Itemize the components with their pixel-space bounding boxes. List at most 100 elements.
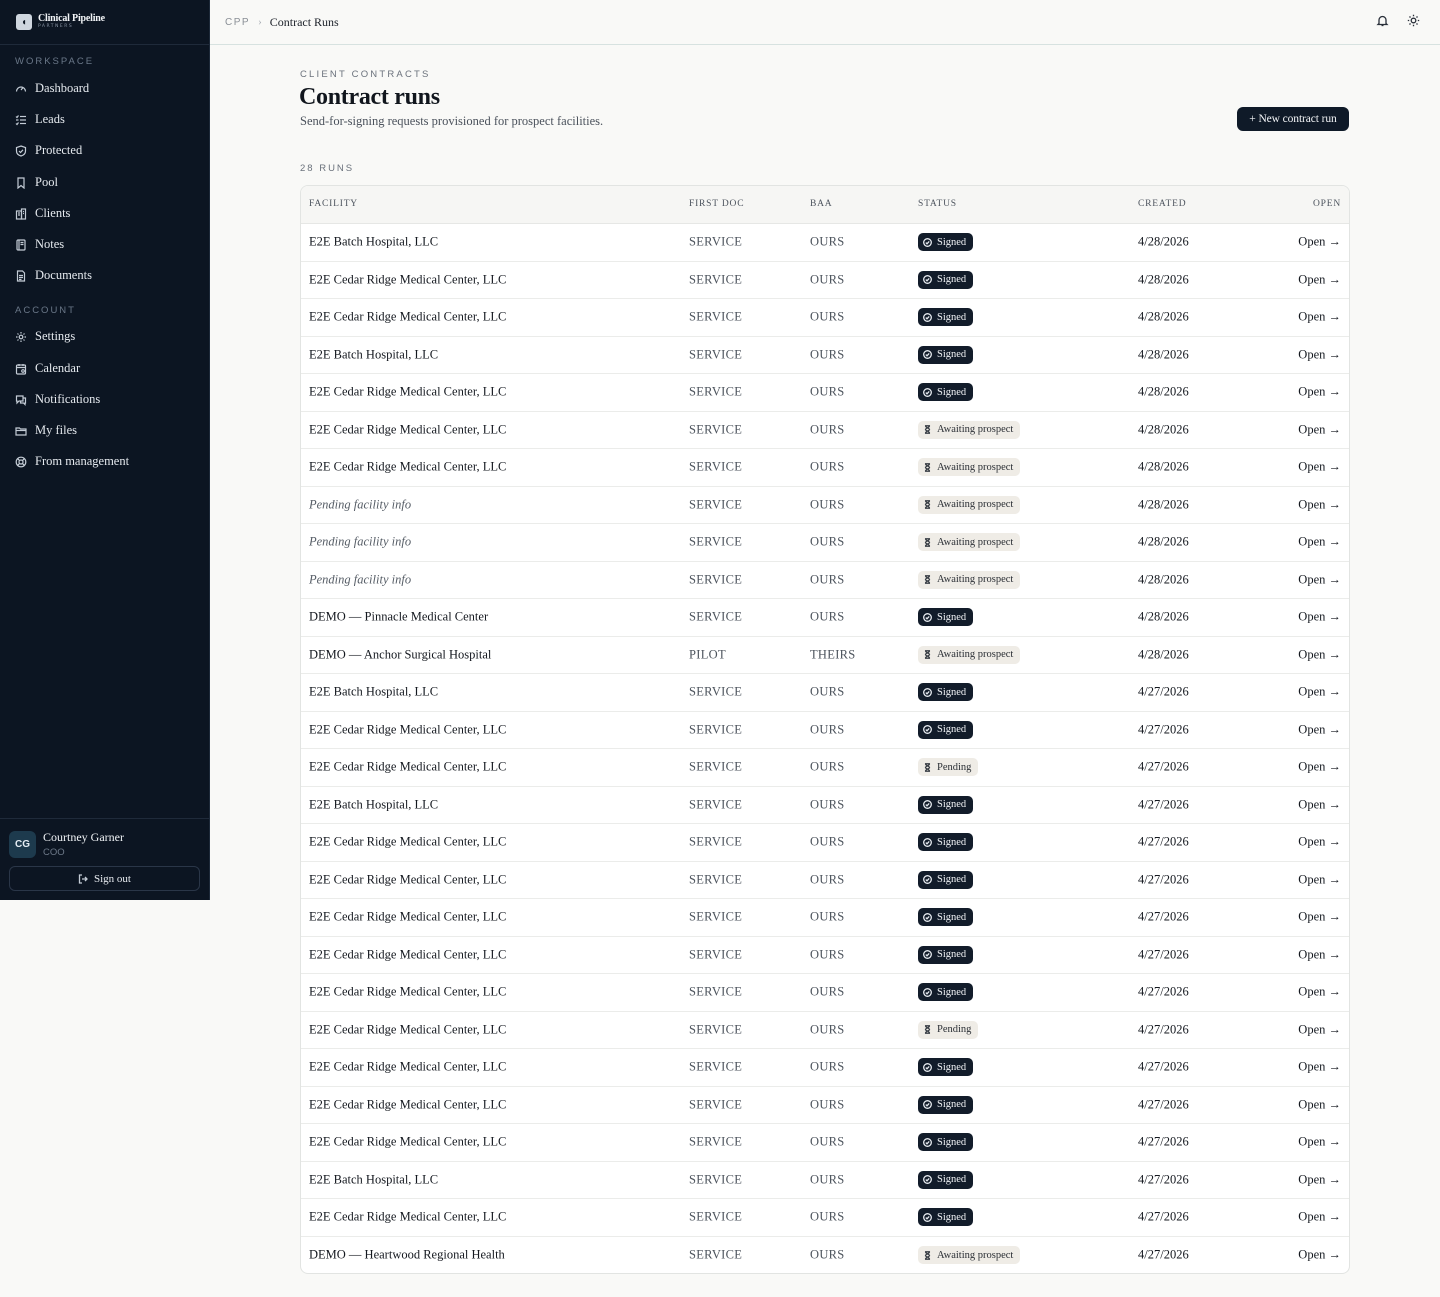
cell-status: Signed (918, 270, 974, 289)
cell-facility: E2E Cedar Ridge Medical Center, LLC (309, 1059, 507, 1074)
status-badge: Signed (918, 608, 974, 627)
open-link[interactable]: Open → (1298, 385, 1341, 400)
table-row[interactable]: E2E Batch Hospital, LLC SERVICE OURS Signed… (301, 1162, 1349, 1199)
table-row[interactable]: Pending facility info SERVICE OURS Awaiting… (301, 562, 1349, 599)
open-link[interactable]: Open → (1298, 347, 1341, 362)
open-link[interactable]: Open → (1298, 235, 1341, 250)
open-link[interactable]: Open → (1298, 985, 1341, 1000)
open-link[interactable]: Open → (1298, 947, 1341, 962)
open-link[interactable]: Open → (1298, 572, 1341, 587)
open-link[interactable]: Open → (1298, 797, 1341, 812)
sidebar-item-calendar[interactable]: Calendar (15, 361, 80, 376)
cell-first-doc: SERVICE (689, 234, 743, 249)
cell-status: Signed (918, 945, 974, 964)
open-link[interactable]: Open → (1298, 1172, 1341, 1187)
account-section-label: ACCOUNT (15, 305, 76, 316)
table-row[interactable]: E2E Cedar Ridge Medical Center, LLC SERVI… (301, 1124, 1349, 1162)
cell-baa: OURS (810, 1209, 845, 1224)
table-row[interactable]: DEMO — Heartwood Regional Health SERVICE O… (301, 1237, 1349, 1274)
sidebar-item-leads[interactable]: Leads (15, 112, 65, 127)
check-circle-icon (923, 275, 932, 285)
folder-icon (15, 426, 27, 436)
open-link[interactable]: Open → (1298, 1210, 1341, 1225)
open-link[interactable]: Open → (1298, 1248, 1341, 1263)
status-badge-label: Awaiting prospect (937, 1249, 1014, 1261)
cell-status: Signed (918, 608, 974, 627)
breadcrumb-root[interactable]: CPP (225, 17, 250, 28)
open-link[interactable]: Open → (1298, 872, 1341, 887)
brand[interactable]: ◖ Clinical Pipeline PARTNERS (0, 0, 209, 45)
sign-out-button[interactable]: Sign out (9, 866, 200, 891)
table-row[interactable]: E2E Cedar Ridge Medical Center, LLC SERVI… (301, 899, 1349, 937)
status-badge: Signed (918, 383, 974, 402)
open-link[interactable]: Open → (1298, 310, 1341, 325)
table-row[interactable]: E2E Cedar Ridge Medical Center, LLC SERVI… (301, 749, 1349, 787)
sidebar-item-from-management[interactable]: From management (15, 454, 129, 469)
cell-facility: DEMO — Heartwood Regional Health (309, 1247, 505, 1262)
table-row[interactable]: E2E Cedar Ridge Medical Center, LLC SERVI… (301, 1199, 1349, 1237)
open-link[interactable]: Open → (1298, 422, 1341, 437)
open-link[interactable]: Open → (1298, 835, 1341, 850)
cell-status: Signed (918, 308, 974, 327)
sidebar-item-protected[interactable]: Protected (15, 143, 82, 158)
cell-status: Signed (918, 983, 974, 1002)
table-row[interactable]: E2E Batch Hospital, LLC SERVICE OURS Signed… (301, 787, 1349, 824)
sidebar-item-pool[interactable]: Pool (15, 175, 58, 190)
column-header-created: CREATED (1138, 199, 1187, 209)
table-row[interactable]: E2E Cedar Ridge Medical Center, LLC SERVI… (301, 299, 1349, 337)
sidebar-item-settings[interactable]: Settings (15, 329, 75, 344)
table-row[interactable]: E2E Batch Hospital, LLC SERVICE OURS Signed… (301, 674, 1349, 712)
sidebar-item-notes[interactable]: Notes (15, 237, 64, 252)
open-link[interactable]: Open → (1298, 535, 1341, 550)
sidebar-item-clients[interactable]: Clients (15, 206, 70, 221)
sun-icon[interactable] (1407, 14, 1420, 27)
table-row[interactable]: E2E Cedar Ridge Medical Center, LLC SERVI… (301, 1012, 1349, 1049)
sidebar-item-dashboard[interactable]: Dashboard (15, 81, 89, 96)
open-link[interactable]: Open → (1298, 272, 1341, 287)
table-row[interactable]: E2E Cedar Ridge Medical Center, LLC SERVI… (301, 412, 1349, 449)
open-link[interactable]: Open → (1298, 497, 1341, 512)
table-row[interactable]: E2E Cedar Ridge Medical Center, LLC SERVI… (301, 374, 1349, 412)
table-row[interactable]: DEMO — Pinnacle Medical Center SERVICE OUR… (301, 599, 1349, 637)
open-link[interactable]: Open → (1298, 910, 1341, 925)
open-link[interactable]: Open → (1298, 610, 1341, 625)
open-link[interactable]: Open → (1298, 647, 1341, 662)
cell-created: 4/28/2026 (1138, 459, 1189, 474)
open-link[interactable]: Open → (1298, 1097, 1341, 1112)
open-link[interactable]: Open → (1298, 1022, 1341, 1037)
open-link[interactable]: Open → (1298, 722, 1341, 737)
table-row[interactable]: Pending facility info SERVICE OURS Awaiting… (301, 487, 1349, 524)
sidebar-item-documents[interactable]: Documents (15, 268, 92, 283)
status-badge: Signed (918, 1058, 974, 1077)
table-row[interactable]: E2E Batch Hospital, LLC SERVICE OURS Signed… (301, 337, 1349, 374)
table-row[interactable]: E2E Batch Hospital, LLC SERVICE OURS Signed… (301, 224, 1349, 262)
table-row[interactable]: DEMO — Anchor Surgical Hospital PILOT THEI… (301, 637, 1349, 674)
table-row[interactable]: E2E Cedar Ridge Medical Center, LLC SERVI… (301, 862, 1349, 899)
cell-first-doc: SERVICE (689, 759, 743, 774)
open-link[interactable]: Open → (1298, 460, 1341, 475)
avatar[interactable]: CG (9, 831, 36, 858)
cell-first-doc: SERVICE (689, 1247, 743, 1262)
table-row[interactable]: E2E Cedar Ridge Medical Center, LLC SERVI… (301, 1087, 1349, 1124)
open-link[interactable]: Open → (1298, 685, 1341, 700)
sidebar-item-notifications[interactable]: Notifications (15, 392, 100, 407)
sidebar-item-label: Notifications (35, 392, 101, 406)
sidebar-item-my-files[interactable]: My files (15, 423, 77, 438)
table-row[interactable]: E2E Cedar Ridge Medical Center, LLC SERVI… (301, 1049, 1349, 1087)
open-link[interactable]: Open → (1298, 1060, 1341, 1075)
open-link[interactable]: Open → (1298, 1135, 1341, 1150)
new-contract-run-button[interactable]: + New contract run (1237, 107, 1349, 131)
cell-created: 4/27/2026 (1138, 834, 1189, 849)
open-link[interactable]: Open → (1298, 760, 1341, 775)
bell-icon[interactable] (1376, 14, 1389, 27)
table-row[interactable]: E2E Cedar Ridge Medical Center, LLC SERVI… (301, 824, 1349, 862)
cell-created: 4/28/2026 (1138, 272, 1189, 287)
table-row[interactable]: E2E Cedar Ridge Medical Center, LLC SERVI… (301, 262, 1349, 299)
table-row[interactable]: E2E Cedar Ridge Medical Center, LLC SERVI… (301, 974, 1349, 1012)
table-row[interactable]: E2E Cedar Ridge Medical Center, LLC SERVI… (301, 712, 1349, 749)
table-row[interactable]: E2E Cedar Ridge Medical Center, LLC SERVI… (301, 449, 1349, 487)
table-row[interactable]: E2E Cedar Ridge Medical Center, LLC SERVI… (301, 937, 1349, 974)
status-badge-label: Signed (937, 386, 967, 398)
table-row[interactable]: Pending facility info SERVICE OURS Awaiting… (301, 524, 1349, 562)
cell-created: 4/27/2026 (1138, 909, 1189, 924)
